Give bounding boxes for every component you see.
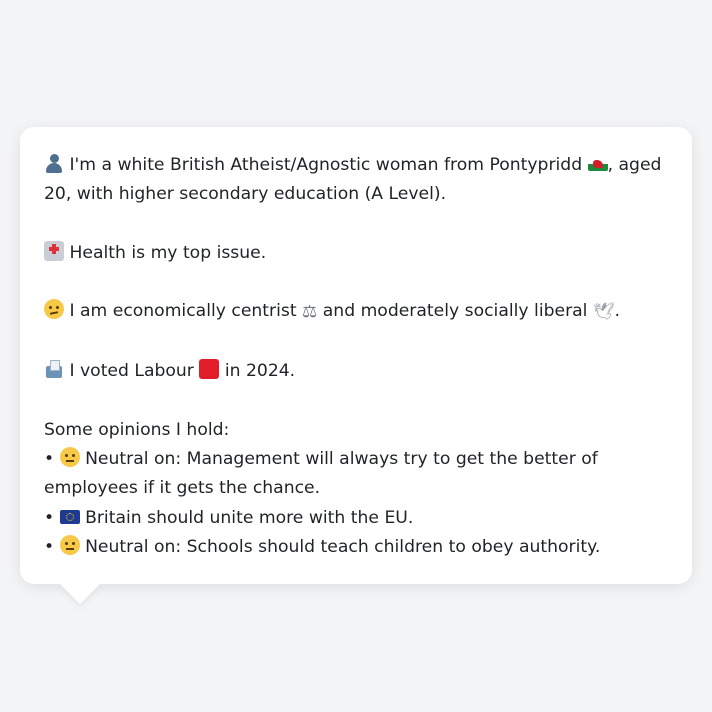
- top-issue-text: Health is my top issue.: [69, 242, 267, 263]
- wales-flag-icon: [587, 157, 608, 171]
- political-position-end: .: [614, 301, 620, 322]
- bust-in-silhouette-icon: [44, 153, 64, 173]
- neutral-face-icon: [59, 446, 80, 467]
- identity-text: I'm a white British Atheist/Agnostic wom…: [69, 155, 583, 175]
- vote-line: I voted Labour in 2024.: [44, 357, 668, 386]
- opinion-item: • Britain should unite more with the EU.: [44, 504, 668, 533]
- identity-line: I'm a white British Atheist/Agnostic wom…: [44, 151, 668, 210]
- ballot-box-icon: [44, 359, 64, 379]
- opinion-text: Neutral on: Management will always try t…: [44, 448, 598, 499]
- opinion-item: • Neutral on: Management will always try…: [44, 445, 668, 504]
- neutral-face-icon: [59, 534, 80, 555]
- social-position-text: and moderately socially liberal: [322, 301, 588, 322]
- bullet: •: [44, 507, 55, 528]
- red-square-icon: [199, 359, 220, 380]
- speech-bubble-tail: [60, 584, 100, 604]
- thinking-face-icon: [44, 299, 64, 320]
- bullet: •: [44, 536, 55, 557]
- vote-year-text: in 2024.: [224, 361, 296, 382]
- opinion-text: Britain should unite more with the EU.: [85, 507, 414, 528]
- political-position-line: I am economically centrist ⚖ and moderat…: [44, 297, 668, 327]
- eu-flag-icon: [59, 509, 80, 524]
- economic-position-text: I am economically centrist: [69, 301, 297, 322]
- opinion-text: Neutral on: Schools should teach childre…: [85, 536, 601, 557]
- persona-speech-bubble: I'm a white British Atheist/Agnostic wom…: [20, 127, 692, 604]
- hospital-icon: [44, 240, 64, 261]
- dove-icon: 🕊: [592, 302, 615, 323]
- opinions-heading: Some opinions I hold:: [44, 419, 230, 440]
- top-issue-line: Health is my top issue.: [44, 239, 668, 268]
- balance-scale-icon: ⚖: [302, 302, 318, 323]
- opinion-item: • Neutral on: Schools should teach child…: [44, 533, 668, 562]
- bullet: •: [44, 448, 55, 469]
- vote-text: I voted Labour: [69, 361, 194, 382]
